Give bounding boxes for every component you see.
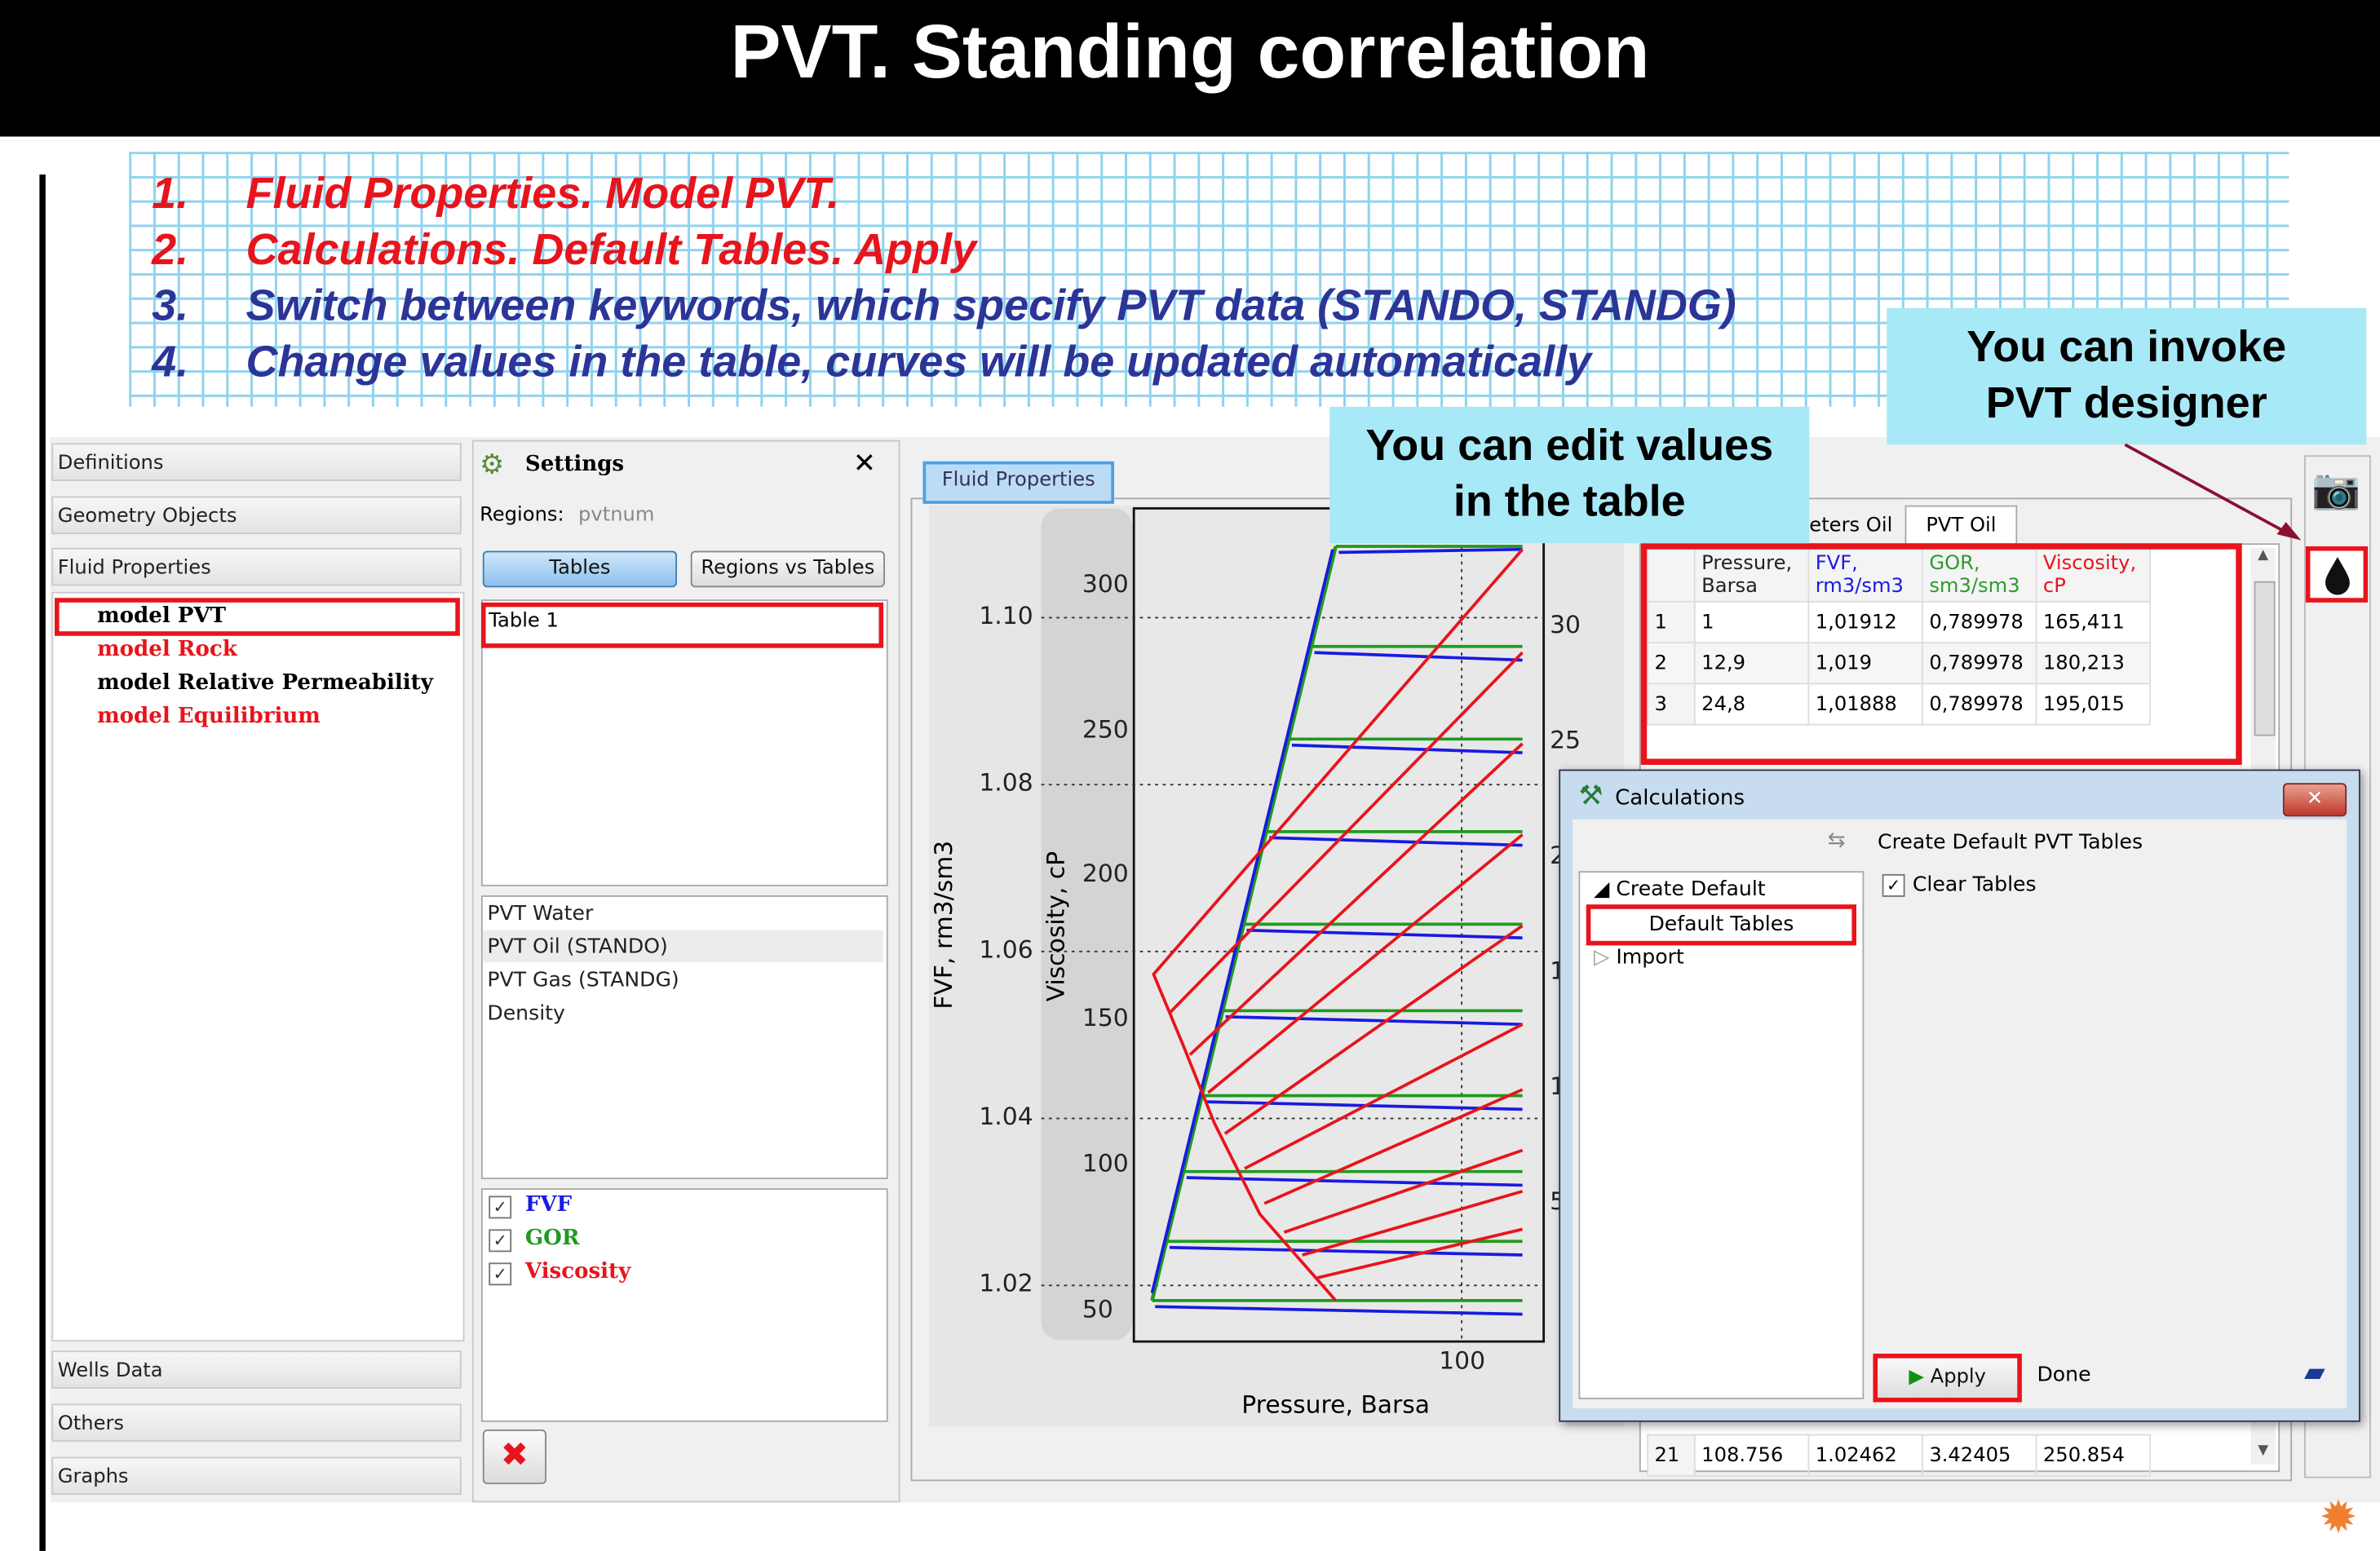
calculations-dialog: ⚒ Calculations ✕ ⇆ Create Default PVT Ta… xyxy=(1559,769,2360,1422)
tree-default-tables[interactable]: Default Tables xyxy=(1586,904,1857,946)
swap-icon: ⇆ xyxy=(1827,829,1846,853)
apply-button[interactable]: ▶ Apply xyxy=(1873,1354,2022,1403)
clear-tables-checkbox[interactable]: ✓ xyxy=(1882,873,1905,897)
dialog-title: Calculations xyxy=(1615,785,1745,811)
clear-tables-label: Clear Tables xyxy=(1912,873,2037,897)
hammer-icon: ⚒ xyxy=(1578,780,1604,812)
tree-import[interactable]: ▷ Import xyxy=(1594,945,1684,970)
slide: PVT. Standing correlation 1. Fluid Proper… xyxy=(0,0,2380,1551)
tree-create-default[interactable]: ◢ Create Default xyxy=(1594,877,1766,902)
done-button[interactable]: Done xyxy=(2037,1363,2090,1387)
eraser-icon[interactable]: ▰ xyxy=(2304,1357,2325,1389)
sun-mascot-icon: ✹ xyxy=(2319,1491,2358,1545)
dialog-close-button[interactable]: ✕ xyxy=(2282,783,2347,817)
play-icon: ▶ xyxy=(1909,1365,1924,1389)
dialog-header: Create Default PVT Tables xyxy=(1878,829,2143,855)
